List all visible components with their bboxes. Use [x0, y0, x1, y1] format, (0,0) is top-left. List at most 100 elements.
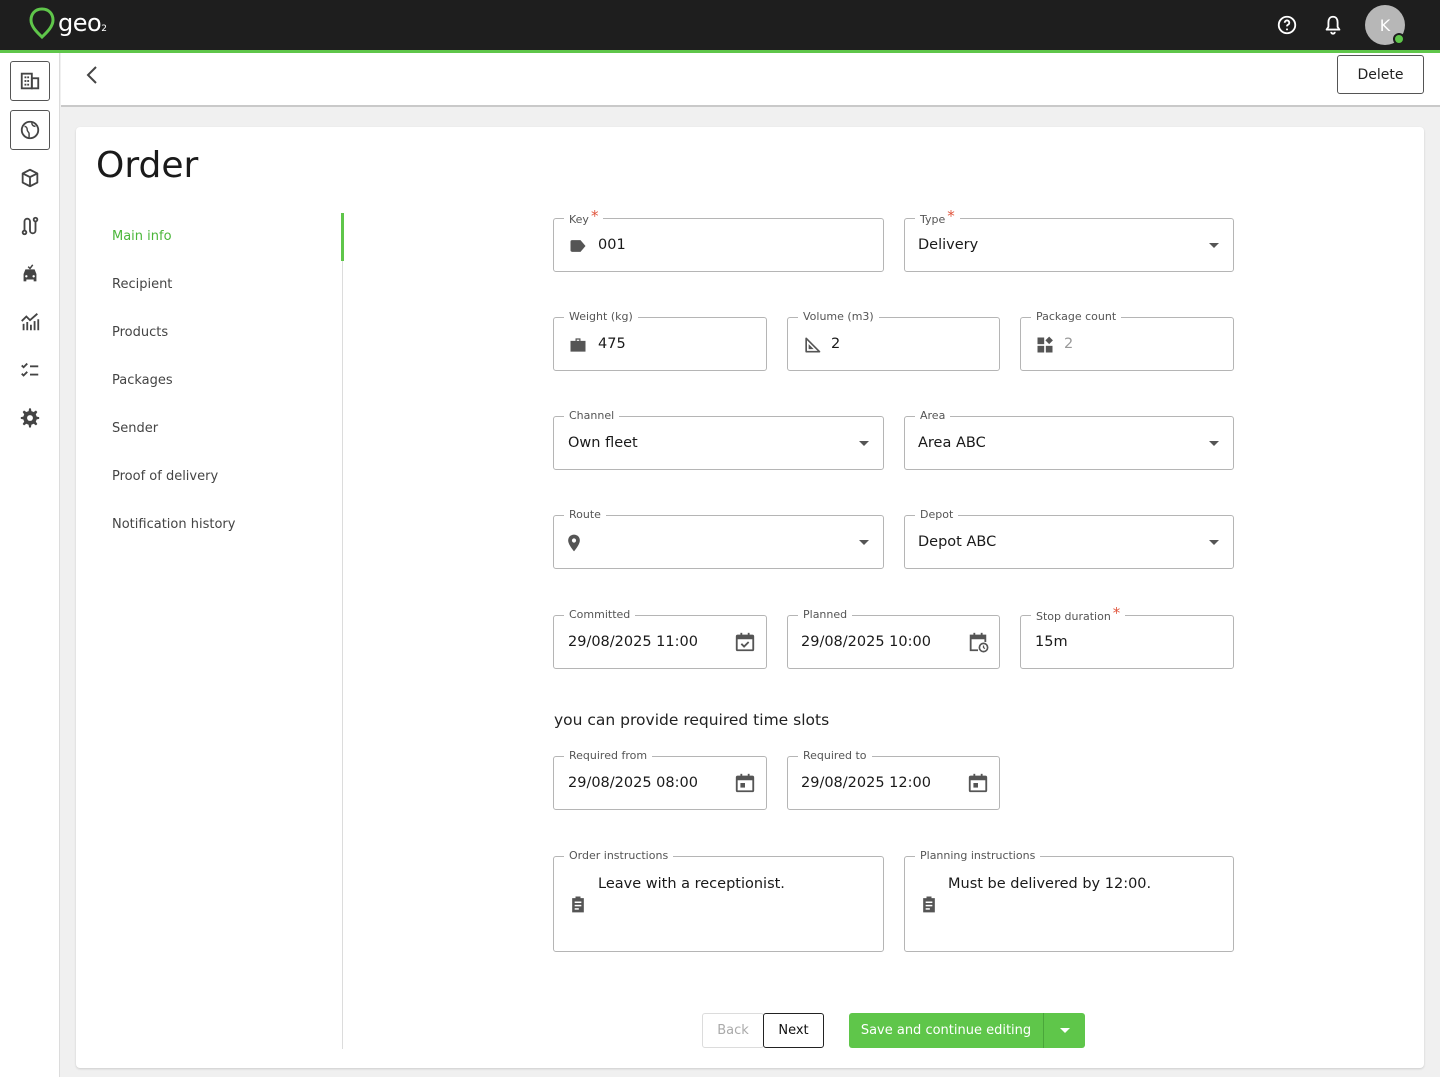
- key-value: 001: [598, 237, 626, 253]
- weight-label: Weight (kg): [564, 310, 638, 324]
- sub-header: Delete: [61, 53, 1440, 107]
- depot-select[interactable]: Depot Depot ABC: [904, 508, 1234, 569]
- clipboard-icon: [923, 896, 935, 913]
- depot-value: Depot ABC: [918, 534, 997, 550]
- package-count-value: 2: [1064, 336, 1074, 352]
- required-from-label: Required from: [564, 749, 653, 763]
- area-value: Area ABC: [918, 435, 986, 451]
- sidenav-item-sender[interactable]: Sender: [112, 421, 158, 436]
- volume-field[interactable]: Volume (m3) 2: [787, 310, 1000, 371]
- channel-value: Own fleet: [568, 435, 638, 451]
- logo-text: geo: [58, 9, 102, 37]
- committed-value: 29/08/2025 11:00: [568, 634, 698, 650]
- bell-icon[interactable]: [1322, 14, 1344, 36]
- order-card: Order Main info Recipient Products Packa…: [76, 127, 1424, 1068]
- online-status-dot: [1393, 33, 1405, 45]
- planned-label: Planned: [798, 608, 853, 622]
- sidenav-active-indicator: [341, 213, 344, 261]
- pin-logo-icon: [29, 7, 55, 40]
- type-value: Delivery: [918, 237, 979, 253]
- package-count-label: Package count: [1031, 310, 1122, 324]
- rail-map-button[interactable]: [10, 110, 50, 150]
- sidenav-item-notification-history[interactable]: Notification history: [112, 517, 235, 532]
- save-options-dropdown-button[interactable]: [1043, 1013, 1085, 1048]
- calendar-check-icon[interactable]: [734, 631, 756, 653]
- chevron-down-icon: [859, 441, 869, 446]
- calendar-icon[interactable]: [967, 772, 989, 794]
- sidenav-divider: [342, 213, 343, 1049]
- rail-routes-button[interactable]: [10, 206, 50, 246]
- stop-duration-value: 15m: [1035, 634, 1068, 650]
- package-count-field[interactable]: Package count 2: [1020, 310, 1234, 371]
- back-arrow-icon[interactable]: [81, 63, 105, 87]
- channel-label: Channel: [564, 409, 620, 423]
- route-label: Route: [564, 508, 606, 522]
- planned-value: 29/08/2025 10:00: [801, 634, 931, 650]
- sidenav-item-main-info[interactable]: Main info: [112, 229, 172, 244]
- volume-value: 2: [831, 336, 841, 352]
- delete-button[interactable]: Delete: [1337, 55, 1424, 94]
- sidenav-item-packages[interactable]: Packages: [112, 373, 173, 388]
- building-icon: [20, 72, 40, 90]
- chevron-down-icon: [1209, 540, 1219, 545]
- calendar-icon[interactable]: [734, 772, 756, 794]
- location-pin-icon: [568, 534, 580, 552]
- required-to-field[interactable]: Required to 29/08/2025 12:00: [787, 749, 1000, 810]
- committed-date-field[interactable]: Committed 29/08/2025 11:00: [553, 608, 767, 669]
- order-instructions-textarea[interactable]: Order instructions Leave with a receptio…: [553, 849, 884, 952]
- area-label: Area: [915, 409, 951, 423]
- car-icon: [23, 264, 37, 282]
- chevron-down-icon: [859, 540, 869, 545]
- sidenav-item-proof-of-delivery[interactable]: Proof of delivery: [112, 469, 218, 484]
- rail-orders-button[interactable]: [10, 158, 50, 198]
- required-to-label: Required to: [798, 749, 872, 763]
- globe-icon: [20, 120, 40, 140]
- stop-duration-label: Stop duration *: [1031, 606, 1126, 624]
- briefcase-icon: [570, 338, 586, 352]
- save-and-continue-button[interactable]: Save and continue editing: [849, 1013, 1043, 1048]
- area-select[interactable]: Area Area ABC: [904, 409, 1234, 470]
- sidenav-item-recipient[interactable]: Recipient: [112, 277, 172, 292]
- back-button[interactable]: Back: [702, 1013, 764, 1048]
- chart-icon: [21, 313, 40, 331]
- type-select[interactable]: Type * Delivery: [904, 209, 1234, 272]
- planned-date-field[interactable]: Planned 29/08/2025 10:00: [787, 608, 1000, 669]
- package-icon: [21, 168, 39, 188]
- widgets-icon: [1037, 336, 1053, 353]
- help-icon[interactable]: [1276, 14, 1298, 36]
- key-label: Key *: [564, 209, 604, 227]
- chevron-down-icon: [1059, 1028, 1070, 1033]
- route-select[interactable]: Route: [553, 508, 884, 569]
- depot-label: Depot: [915, 508, 959, 522]
- logo-sub: 2: [101, 24, 107, 34]
- left-rail: [0, 53, 60, 1077]
- stop-duration-field[interactable]: Stop duration * 15m: [1020, 606, 1234, 669]
- required-to-value: 29/08/2025 12:00: [801, 775, 931, 791]
- type-label: Type *: [915, 209, 960, 227]
- weight-field[interactable]: Weight (kg) 475: [553, 310, 767, 371]
- rail-tasks-button[interactable]: [10, 350, 50, 390]
- weight-value: 475: [598, 336, 626, 352]
- calendar-clock-icon[interactable]: [967, 631, 989, 653]
- key-field[interactable]: Key * 001: [553, 209, 884, 272]
- next-button[interactable]: Next: [763, 1013, 824, 1048]
- required-from-field[interactable]: Required from 29/08/2025 08:00: [553, 749, 767, 810]
- committed-label: Committed: [564, 608, 636, 622]
- route-icon: [21, 216, 39, 236]
- checklist-icon: [21, 362, 39, 377]
- rail-vehicles-button[interactable]: [10, 254, 50, 294]
- rail-settings-button[interactable]: [10, 398, 50, 438]
- rail-analytics-button[interactable]: [10, 302, 50, 342]
- top-bar: geo 2 K: [0, 0, 1440, 53]
- order-instructions-label: Order instructions: [564, 849, 674, 863]
- planning-instructions-textarea[interactable]: Planning instructions Must be delivered …: [904, 849, 1234, 952]
- gear-icon: [20, 408, 40, 428]
- required-from-value: 29/08/2025 08:00: [568, 775, 698, 791]
- geo-logo[interactable]: geo 2: [28, 6, 107, 40]
- channel-select[interactable]: Channel Own fleet: [553, 409, 884, 470]
- set-square-icon: [805, 337, 821, 353]
- planning-instructions-value: Must be delivered by 12:00.: [948, 876, 1152, 892]
- rail-dashboard-button[interactable]: [10, 61, 50, 101]
- avatar-initial: K: [1379, 15, 1391, 35]
- sidenav-item-products[interactable]: Products: [112, 325, 168, 340]
